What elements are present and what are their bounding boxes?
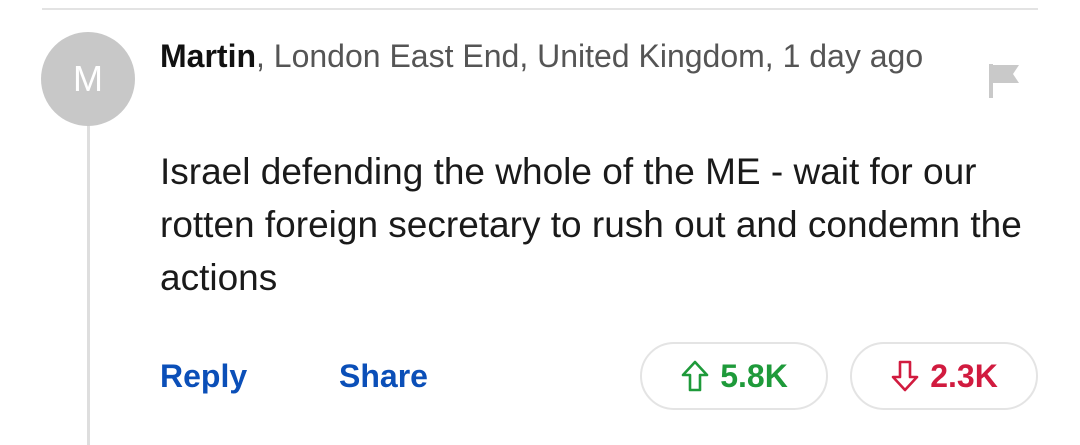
avatar[interactable]: M — [41, 32, 135, 126]
avatar-initial: M — [73, 58, 103, 99]
share-button[interactable]: Share — [339, 352, 428, 400]
downvote-button[interactable]: 2.3K — [850, 342, 1038, 410]
thread-line — [87, 124, 90, 445]
arrow-up-icon — [680, 359, 710, 393]
upvote-button[interactable]: 5.8K — [640, 342, 828, 410]
upvote-count: 5.8K — [720, 357, 788, 394]
arrow-down-icon — [890, 359, 920, 393]
comment-location-time: , London East End, United Kingdom, 1 day… — [256, 38, 924, 74]
downvote-count: 2.3K — [930, 357, 998, 394]
comment-meta: Martin, London East End, United Kingdom,… — [160, 32, 960, 80]
flag-icon[interactable] — [986, 60, 1022, 100]
top-divider — [42, 8, 1038, 10]
comment-card: M Martin, London East End, United Kingdo… — [0, 0, 1080, 445]
reply-button[interactable]: Reply — [160, 352, 247, 400]
author-name[interactable]: Martin — [160, 38, 256, 74]
comment-text: Israel defending the whole of the ME - w… — [160, 151, 1022, 298]
